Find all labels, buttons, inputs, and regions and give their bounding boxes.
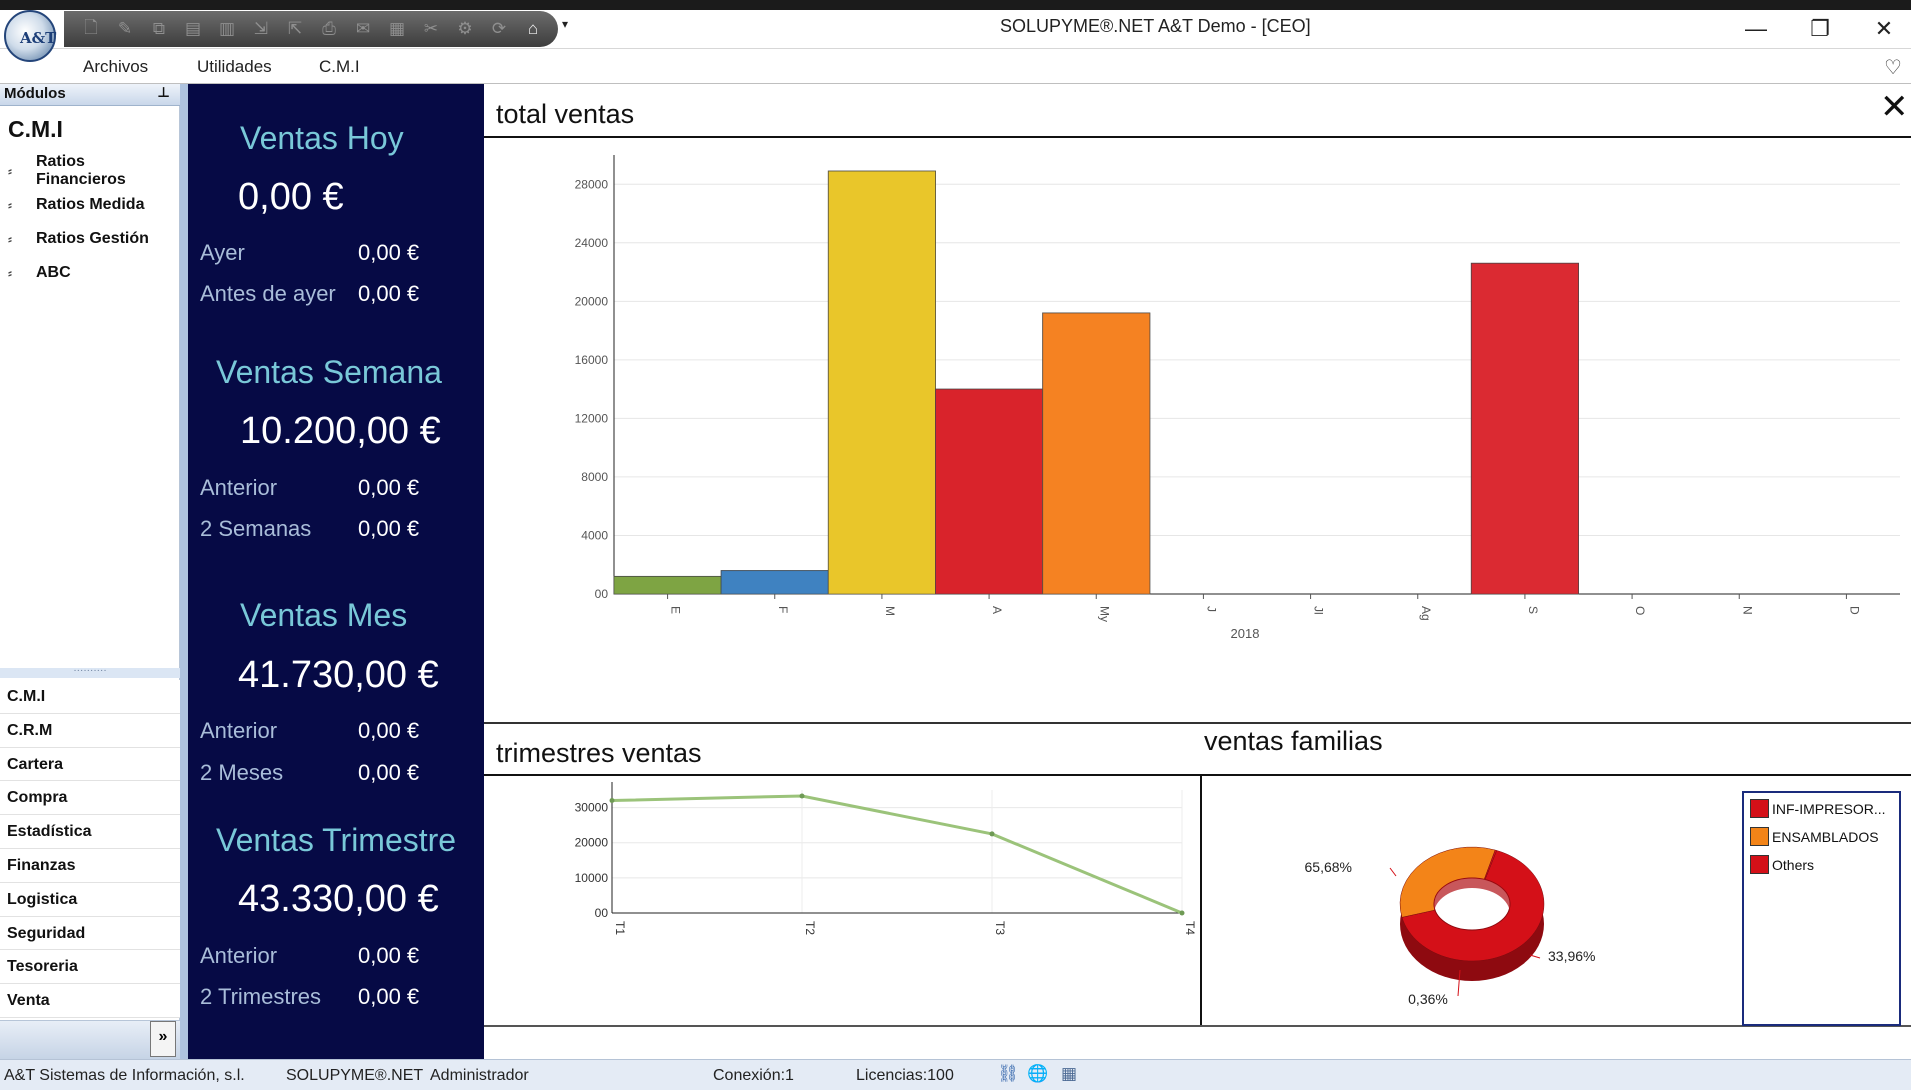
charts-canvas: 00 4000 8000 12000 16000 20000 24000 28000 E F M A M…: [575, 155, 1900, 1007]
status-connection: Conexión:1: [713, 1067, 794, 1084]
app-logo[interactable]: A&T: [4, 10, 56, 62]
bar-x-axis-label: 2018: [1231, 626, 1260, 641]
bar-highlight-E: [614, 576, 722, 594]
bar-x-tick-label: S: [1526, 606, 1540, 614]
status-user: Administrador: [430, 1067, 529, 1084]
line-x-tick-label: T1: [613, 921, 627, 935]
line-y-tick-label: 30000: [575, 801, 609, 815]
bar-x-tick-label: N: [1740, 606, 1754, 615]
line-y-tick-label: 10000: [575, 871, 609, 885]
bar-y-tick-label: 28000: [575, 177, 609, 191]
bar-x-tick-label: M: [883, 606, 897, 616]
bar-highlight-M: [828, 171, 936, 594]
line-series-path: [611, 794, 1183, 915]
legend-label: ENSAMBLADOS: [1772, 828, 1879, 845]
line-point-T3: [989, 831, 995, 837]
bar-x-tick-label: Ag: [1419, 606, 1433, 621]
bar-highlight-A: [935, 389, 1043, 594]
pie-value-label: 33,96%: [1548, 948, 1595, 964]
line-x-tick-label: T3: [993, 921, 1007, 935]
bar-highlight-F: [721, 570, 829, 594]
legend-swatch: [1750, 799, 1769, 818]
pie-leader-line: [1529, 954, 1541, 959]
line-y-tick-label: 00: [595, 906, 609, 920]
bar-y-tick-label: 20000: [575, 294, 609, 308]
legend-label: INF-IMPRESOR...: [1772, 800, 1886, 817]
app-window: A&T 🗋 ✎ ⧉ ▤ ▥ ⇲ ⇱ ⎙ ✉ ▦ ✂ ⚙ ⟳ ⌂ ▾ SOLUPY…: [0, 0, 1911, 1090]
bar-x-tick-label: F: [776, 606, 790, 613]
bar-x-tick-label: O: [1633, 606, 1647, 615]
legend-item-inf-impresor: INF-IMPRESOR...: [1750, 799, 1886, 818]
bar-y-tick-label: 16000: [575, 353, 609, 367]
legend-swatch: [1750, 855, 1769, 874]
status-bar: A&T Sistemas de Información, s.l. SOLUPY…: [0, 1059, 1911, 1090]
status-product: SOLUPYME®.NET: [286, 1067, 424, 1084]
pie-legend: INF-IMPRESOR... ENSAMBLADOS Others: [1742, 791, 1901, 1026]
bar-highlight-S: [1471, 263, 1579, 594]
bar-highlight-My: [1042, 313, 1150, 594]
legend-item-others: Others: [1750, 855, 1814, 874]
bar-x-tick-label: J: [1204, 606, 1218, 612]
legend-item-ensamblados: ENSAMBLADOS: [1750, 827, 1879, 846]
pie-value-label: 65,68%: [1305, 859, 1352, 875]
legend-swatch: [1750, 827, 1769, 846]
bar-y-tick-label: 8000: [581, 470, 608, 484]
bar-y-tick-label: 00: [595, 587, 609, 601]
bar-x-tick-label: E: [669, 606, 683, 614]
network-icon[interactable]: ⛓: [997, 1064, 1019, 1086]
status-licenses: Licencias:100: [856, 1067, 954, 1084]
bar-y-tick-label: 24000: [575, 236, 609, 250]
line-point-T4: [1179, 910, 1185, 916]
bar-x-tick-label: Jl: [1312, 606, 1326, 615]
bar-x-tick-label: My: [1097, 606, 1111, 622]
pie-leader-line: [1389, 867, 1397, 877]
globe-icon[interactable]: 🌐: [1027, 1064, 1049, 1086]
pie-value-label: 0,36%: [1408, 991, 1448, 1007]
line-y-tick-label: 20000: [575, 836, 609, 850]
bar-y-tick-label: 4000: [581, 528, 608, 542]
line-x-tick-label: T2: [803, 921, 817, 935]
legend-label: Others: [1772, 856, 1815, 873]
line-point-T1: [609, 798, 615, 804]
logo-text: A&T: [20, 29, 57, 47]
bar-x-tick-label: D: [1847, 606, 1861, 615]
line-point-T2: [799, 793, 805, 799]
line-x-tick-label: T4: [1183, 921, 1197, 935]
status-company: A&T Sistemas de Información, s.l.: [4, 1067, 245, 1084]
bar-x-tick-label: A: [990, 606, 1004, 614]
bar-y-tick-label: 12000: [575, 411, 609, 425]
calculator-icon[interactable]: ▦: [1058, 1064, 1080, 1086]
